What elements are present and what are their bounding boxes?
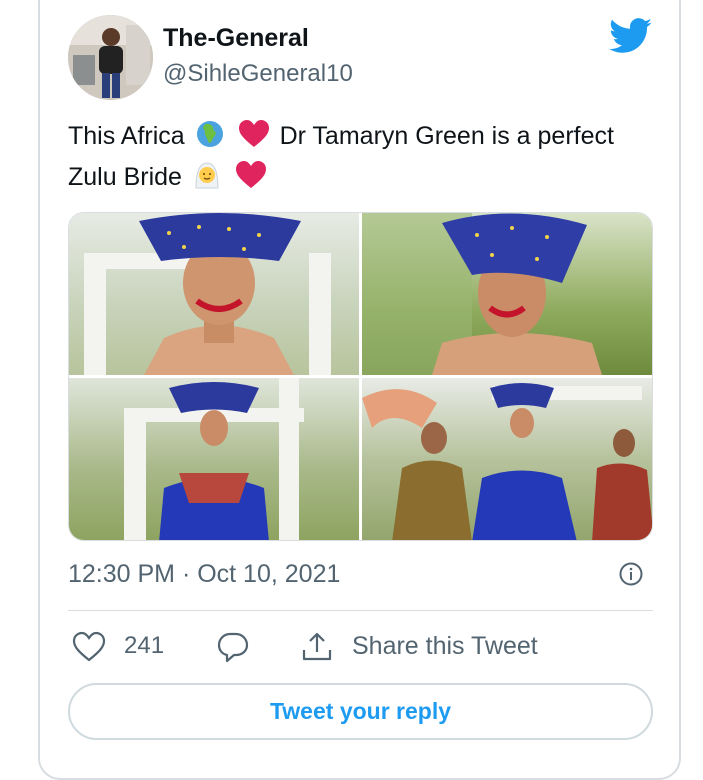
info-icon[interactable] <box>619 562 643 586</box>
display-name[interactable]: The-General <box>163 24 309 53</box>
tweet-text: This Africa Dr Tamaryn Green is a perfec… <box>68 118 658 200</box>
photo-grid <box>68 212 653 541</box>
globe-africa-emoji <box>195 119 225 159</box>
like-count: 241 <box>124 632 165 659</box>
tweet-text-part2: Dr Tamaryn Green is a perfect <box>279 122 614 150</box>
photo-4[interactable] <box>362 378 652 540</box>
avatar[interactable] <box>68 15 153 100</box>
red-heart-emoji <box>238 119 270 159</box>
tweet-timestamp[interactable]: 12:30 PM · Oct 10, 2021 <box>68 560 340 589</box>
red-heart-emoji <box>235 160 267 200</box>
share-button[interactable] <box>300 630 334 664</box>
photo-3[interactable] <box>69 378 359 540</box>
divider <box>68 610 653 611</box>
reply-button-label: Tweet your reply <box>269 698 452 724</box>
bride-with-veil-emoji <box>192 160 222 200</box>
heart-icon <box>72 631 106 662</box>
share-icon <box>302 632 332 661</box>
photo-2[interactable] <box>362 213 652 375</box>
reply-button[interactable] <box>216 630 250 664</box>
like-button[interactable] <box>72 630 106 664</box>
reply-icon <box>217 632 249 663</box>
tweet-text-part3: Zulu Bride <box>68 163 182 191</box>
tweet-your-reply-button[interactable]: Tweet your reply <box>68 683 653 740</box>
user-handle[interactable]: @SihleGeneral10 <box>163 60 353 88</box>
share-label[interactable]: Share this Tweet <box>352 632 538 661</box>
tweet-text-part1: This Africa <box>68 122 185 150</box>
twitter-bird-icon <box>609 18 652 53</box>
photo-1[interactable] <box>69 213 359 375</box>
